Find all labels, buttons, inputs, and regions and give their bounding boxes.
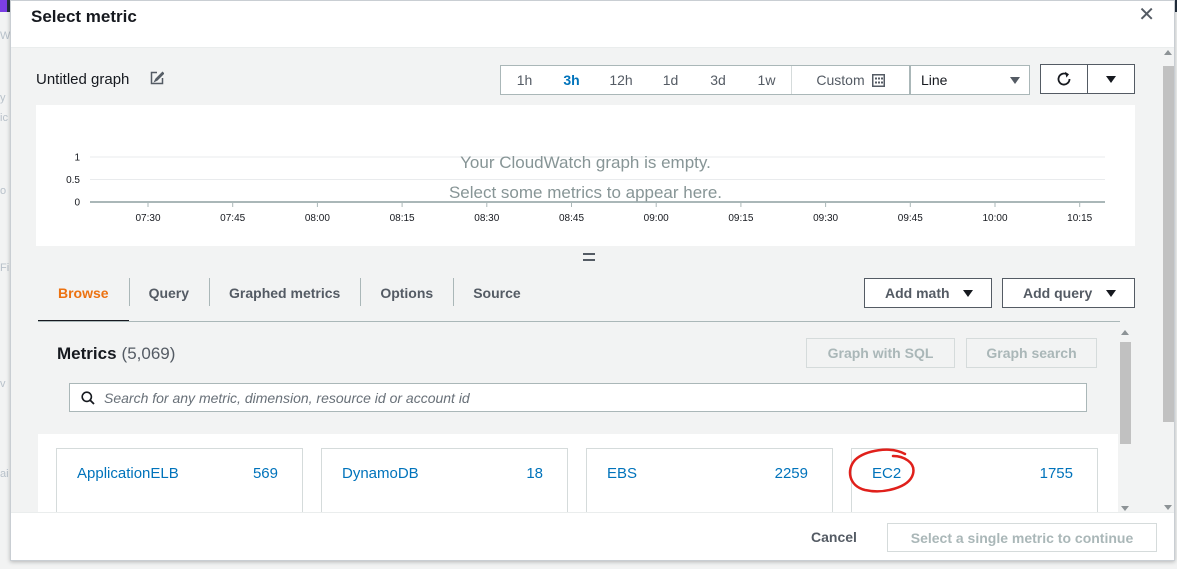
x-tick-label: 10:15 xyxy=(1067,213,1092,224)
x-tick-label: 08:00 xyxy=(305,213,330,224)
namespace-cards: ApplicationELB 569 DynamoDB 18 EBS 2259 … xyxy=(38,434,1120,512)
dialog-title: Select metric xyxy=(31,7,137,26)
x-tick-label: 09:00 xyxy=(644,213,669,224)
time-range-option[interactable]: 1d xyxy=(647,66,694,94)
metrics-search-input[interactable]: Search for any metric, dimension, resour… xyxy=(69,383,1087,412)
namespace-count: 2259 xyxy=(774,465,808,482)
refresh-options-button[interactable] xyxy=(1088,65,1134,93)
namespace-card[interactable]: EBS 2259 xyxy=(586,448,833,512)
namespace-name: DynamoDB xyxy=(342,465,419,482)
scroll-up-icon xyxy=(1121,330,1129,335)
background-text: ic xyxy=(0,112,8,124)
dialog-scrollbar[interactable] xyxy=(1161,48,1174,512)
namespace-card[interactable]: ApplicationELB 569 xyxy=(56,448,303,512)
add-math-label: Add math xyxy=(885,285,950,301)
search-placeholder: Search for any metric, dimension, resour… xyxy=(104,390,470,406)
x-tick-label: 09:30 xyxy=(813,213,838,224)
select-metric-dialog: Select metric ✕ Untitled graph 1h 3h 12h… xyxy=(10,0,1175,561)
time-range-selector: 1h 3h 12h 1d 3d 1w Custom xyxy=(500,65,910,95)
chevron-down-icon xyxy=(1106,290,1116,297)
time-range-option[interactable]: 1w xyxy=(742,66,791,94)
time-range-option[interactable]: 3d xyxy=(694,66,742,94)
refresh-button-group xyxy=(1040,64,1135,94)
metrics-count: (5,069) xyxy=(121,344,176,363)
close-icon[interactable]: ✕ xyxy=(1138,5,1155,25)
dialog-footer: Cancel Select a single metric to continu… xyxy=(11,512,1174,560)
time-range-option[interactable]: 12h xyxy=(595,66,647,94)
x-tick-label: 08:45 xyxy=(559,213,584,224)
namespace-name: ApplicationELB xyxy=(77,465,179,482)
scrollbar-thumb[interactable] xyxy=(1120,342,1131,444)
empty-graph-message: Your CloudWatch graph is empty. xyxy=(460,153,711,172)
graph-title: Untitled graph xyxy=(36,71,130,88)
add-query-label: Add query xyxy=(1023,285,1093,301)
scroll-down-icon xyxy=(1121,506,1129,511)
background-text: Fi xyxy=(0,262,10,274)
metrics-header: Metrics (5,069) Graph with SQL Graph sear… xyxy=(38,322,1120,434)
tab-query[interactable]: Query xyxy=(128,275,209,322)
background-text: v xyxy=(0,378,6,390)
empty-graph-chart: 10.5007:30 07:45 08:00 08:15 08:30 08:45 09:00… xyxy=(66,153,1105,224)
ec2-annotation-circle xyxy=(848,448,915,493)
graph-with-sql-button[interactable]: Graph with SQL xyxy=(806,338,955,368)
edit-icon[interactable] xyxy=(150,71,164,85)
x-tick-label: 07:30 xyxy=(135,213,160,224)
namespace-card[interactable]: DynamoDB 18 xyxy=(321,448,568,512)
time-range-option[interactable]: 1h xyxy=(501,66,548,94)
graph-search-button[interactable]: Graph search xyxy=(966,338,1097,368)
dialog-body: Untitled graph 1h 3h 12h 1d 3d 1w Custom xyxy=(11,48,1161,512)
cancel-button[interactable]: Cancel xyxy=(811,529,857,545)
custom-time-range-label: Custom xyxy=(816,72,865,88)
background-text: o xyxy=(0,185,7,197)
add-query-button[interactable]: Add query xyxy=(1002,278,1135,308)
namespace-count: 569 xyxy=(252,465,278,482)
scroll-down-icon xyxy=(1164,505,1172,510)
graph-panel: 1 0.5 0 07:30 07:45 08:00 08:15 08:30 08:45 09:00… xyxy=(36,105,1135,246)
namespace-name: EBS xyxy=(607,465,638,482)
namespace-count: 1755 xyxy=(1039,465,1073,482)
x-tick-label: 09:45 xyxy=(898,213,923,224)
background-text: y xyxy=(0,92,6,104)
background-text: ai xyxy=(0,468,9,480)
metrics-heading: Metrics (5,069) xyxy=(57,344,175,364)
chart-type-value: Line xyxy=(921,72,948,88)
refresh-button[interactable] xyxy=(1041,65,1088,93)
metrics-scrollbar[interactable] xyxy=(1118,328,1132,512)
time-range-option[interactable]: 3h xyxy=(548,66,595,94)
refresh-icon xyxy=(1057,71,1071,86)
scroll-up-icon xyxy=(1164,50,1172,55)
x-tick-label: 08:30 xyxy=(474,213,499,224)
continue-button[interactable]: Select a single metric to continue xyxy=(887,523,1157,552)
tab-options[interactable]: Options xyxy=(360,275,453,322)
service-icon xyxy=(0,0,7,12)
scrollbar-thumb[interactable] xyxy=(1163,66,1174,422)
custom-time-range-button[interactable]: Custom xyxy=(791,66,909,94)
metrics-tabs: Browse Query Graphed metrics Options Sou… xyxy=(38,275,541,322)
x-tick-label: 09:15 xyxy=(728,213,753,224)
tab-browse[interactable]: Browse xyxy=(38,275,129,322)
calendar-icon xyxy=(871,73,885,87)
tab-source[interactable]: Source xyxy=(453,275,540,322)
namespace-count: 18 xyxy=(526,465,543,482)
x-tick-label: 07:45 xyxy=(220,213,245,224)
chevron-down-icon xyxy=(1106,76,1116,83)
x-tick-label: 08:15 xyxy=(390,213,415,224)
x-tick-label: 10:00 xyxy=(982,213,1007,224)
search-icon xyxy=(81,391,95,405)
chevron-down-icon xyxy=(1010,77,1020,84)
add-math-button[interactable]: Add math xyxy=(864,278,992,308)
tab-graphed-metrics[interactable]: Graphed metrics xyxy=(209,275,360,322)
metrics-title: Metrics xyxy=(57,344,117,363)
graph-resize-handle[interactable] xyxy=(583,253,595,261)
chart-type-select[interactable]: Line xyxy=(910,65,1030,95)
chevron-down-icon xyxy=(963,290,973,297)
empty-graph-hint: Select some metrics to appear here. xyxy=(448,183,723,202)
